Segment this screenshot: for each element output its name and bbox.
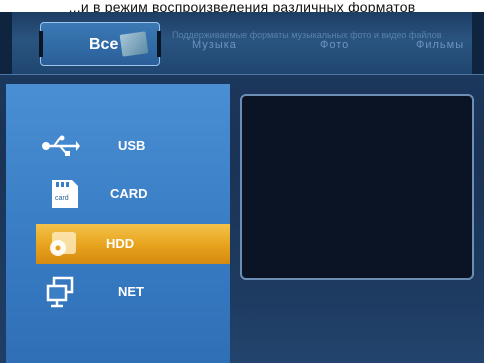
card-icon: card: [52, 180, 78, 208]
source-item-net[interactable]: NET: [6, 272, 230, 312]
tab-bracket-left: [39, 31, 43, 57]
tab-movies[interactable]: Фильмы: [416, 39, 464, 51]
network-icon: [46, 276, 74, 308]
source-item-hdd[interactable]: HDD: [36, 224, 230, 264]
source-label-usb: USB: [118, 138, 146, 153]
usb-icon: [42, 135, 80, 156]
tab-photo[interactable]: Фото: [320, 39, 349, 51]
tab-all-label: Все: [89, 36, 119, 53]
source-label-hdd: HDD: [106, 236, 135, 251]
source-item-card[interactable]: card CARD: [6, 174, 230, 214]
source-label-card: CARD: [110, 186, 148, 201]
topbar-left-edge: [0, 12, 12, 74]
topbar-right-edge: [472, 12, 484, 74]
source-list: USB card CARD HDD NET: [6, 84, 230, 363]
tab-music[interactable]: Музыка: [192, 39, 237, 51]
folder-icon: [119, 31, 149, 57]
preview-window: [240, 94, 474, 280]
svg-text:card: card: [55, 195, 69, 202]
hdd-icon: [50, 232, 76, 256]
source-item-usb[interactable]: USB: [6, 126, 230, 166]
tab-all[interactable]: Все: [39, 22, 161, 66]
tab-bracket-right: [157, 31, 161, 57]
source-label-net: NET: [118, 284, 144, 299]
lower-right-area: [230, 290, 484, 363]
media-player-screen: Все Поддерживаемые форматы музыкальных ф…: [0, 12, 484, 363]
top-tab-bar: Все Поддерживаемые форматы музыкальных ф…: [0, 12, 484, 75]
